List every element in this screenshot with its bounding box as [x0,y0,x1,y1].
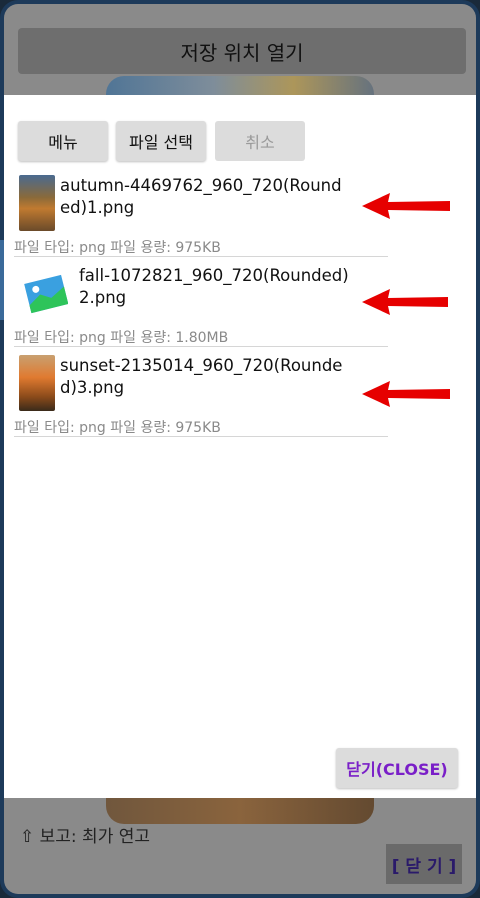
cancel-button[interactable]: 취소 [215,121,305,161]
file-name: autumn-4469762_960_720(Rounded)1.png [60,176,342,217]
file-name: fall-1072821_960_720(Rounded)2.png [79,266,349,307]
file-name: sunset-2135014_960_720(Rounded)3.png [60,356,343,397]
background-title: 저장 위치 열기 [18,28,466,74]
image-placeholder-icon [24,274,68,314]
background-close-button: [ 닫 기 ] [386,844,462,884]
select-file-button[interactable]: 파일 선택 [116,121,206,161]
dialog-close-button[interactable]: 닫기(CLOSE) [336,748,458,788]
file-dialog: 메뉴 파일 선택 취소 autumn-4469762_960_720(Round… [4,95,476,798]
file-list-item[interactable]: fall-1072821_960_720(Rounded)2.png 파일 타입… [14,257,388,347]
file-list-item[interactable]: autumn-4469762_960_720(Rounded)1.png 파일 … [14,167,388,257]
autumn-thumbnail [19,175,55,231]
file-meta: 파일 타입: png 파일 용량: 975KB [14,420,221,436]
red-arrow-icon [362,289,448,315]
file-meta: 파일 타입: png 파일 용량: 975KB [14,240,221,256]
background-notice: ⇧ 보고: 최가 연고 [20,827,151,847]
menu-button[interactable]: 메뉴 [18,121,108,161]
sunset-thumbnail [19,355,55,411]
red-arrow-icon [362,193,450,219]
red-arrow-icon [362,381,450,407]
dialog-button-row: 메뉴 파일 선택 취소 [18,121,318,161]
background-image-bottom [106,794,374,824]
file-meta: 파일 타입: png 파일 용량: 1.80MB [14,330,229,346]
file-list-item[interactable]: sunset-2135014_960_720(Rounded)3.png 파일 … [14,347,388,437]
